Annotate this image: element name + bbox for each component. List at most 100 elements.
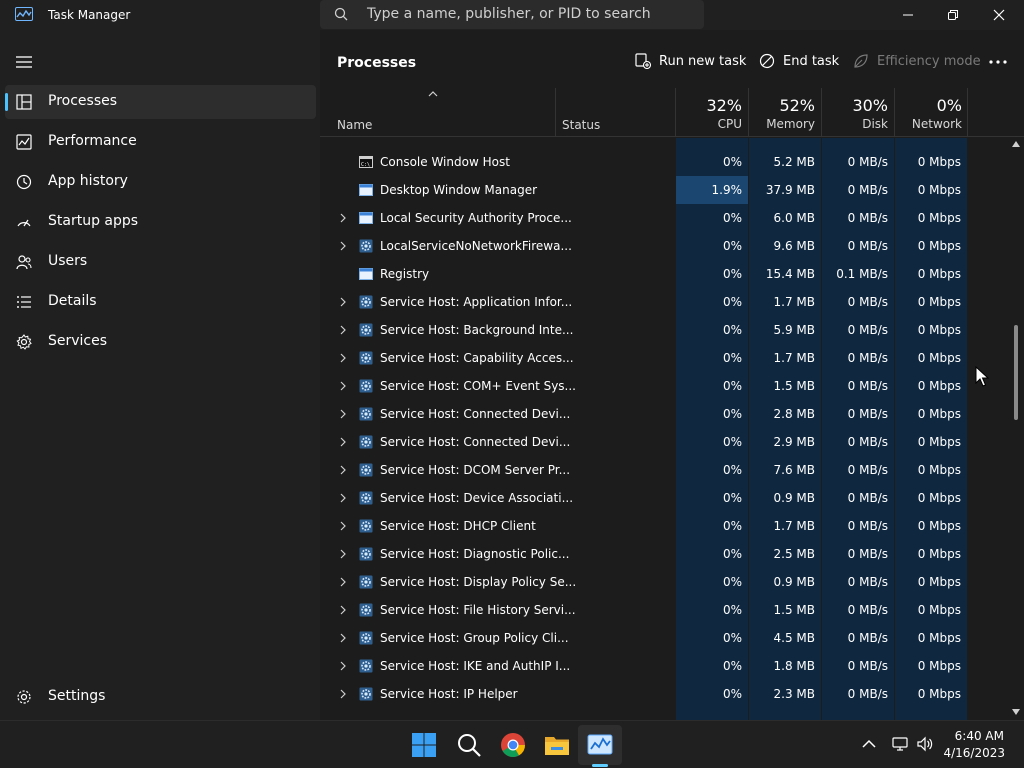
expand-chevron-icon[interactable] [340, 241, 346, 251]
table-row[interactable]: Service Host: Device Associati... 0% 0.9 M… [320, 484, 1010, 512]
sidebar-item-details[interactable]: Details [5, 285, 316, 319]
table-row[interactable]: Service Host: DCOM Server Pr... 0% 7.6 MB 0… [320, 456, 1010, 484]
table-row[interactable]: Local Security Authority Proce... 0% 6.0 M… [320, 204, 1010, 232]
network-cell: 0 Mbps [917, 267, 961, 281]
more-options-icon[interactable] [988, 52, 1008, 72]
run-new-task-button[interactable]: Run new task [635, 50, 746, 76]
taskbar-search-icon[interactable] [455, 731, 483, 759]
processes-icon [16, 94, 32, 110]
process-name: Registry [380, 267, 430, 281]
table-row[interactable]: Service Host: Group Policy Cli... 0% 4.5 M… [320, 624, 1010, 652]
column-cpu[interactable]: 32% CPU [690, 96, 742, 131]
memory-cell: 5.2 MB [773, 155, 815, 169]
task-manager-taskbar-icon[interactable] [586, 731, 614, 759]
gear-icon [359, 575, 373, 589]
gear-icon [359, 463, 373, 477]
table-row[interactable]: Service Host: Connected Devi... 0% 2.8 MB 0… [320, 400, 1010, 428]
column-disk[interactable]: 30% Disk [835, 96, 888, 131]
expand-chevron-icon[interactable] [340, 409, 346, 419]
network-cell: 0 Mbps [917, 519, 961, 533]
close-button[interactable] [976, 0, 1022, 30]
sidebar-item-startup-apps[interactable]: Startup apps [5, 205, 316, 239]
expand-chevron-icon[interactable] [340, 325, 346, 335]
gear-icon [359, 239, 373, 253]
sidebar-item-performance[interactable]: Performance [5, 125, 316, 159]
end-task-button[interactable]: End task [759, 50, 839, 76]
file-explorer-icon[interactable] [543, 731, 571, 759]
disk-cell: 0 MB/s [847, 183, 888, 197]
table-row[interactable]: Service Host: IP Helper 0% 2.3 MB 0 MB/s 0 M… [320, 680, 1010, 708]
process-name: Desktop Window Manager [380, 183, 538, 197]
hamburger-menu-icon[interactable] [16, 55, 32, 69]
gear-icon [359, 379, 373, 393]
search-box[interactable]: Type a name, publisher, or PID to search [320, 0, 704, 29]
cpu-cell: 0% [722, 659, 742, 673]
search-input[interactable]: Type a name, publisher, or PID to search [367, 6, 651, 22]
table-row[interactable]: LocalServiceNoNetworkFirewa... 0% 9.6 MB 0 … [320, 232, 1010, 260]
table-row[interactable]: Service Host: Capability Acces... 0% 1.7 M… [320, 344, 1010, 372]
chrome-icon[interactable] [499, 731, 527, 759]
expand-chevron-icon[interactable] [340, 297, 346, 307]
windows-start-icon[interactable] [410, 731, 438, 759]
gear-icon [359, 435, 373, 449]
scroll-up-arrow-icon[interactable] [1011, 140, 1021, 148]
sidebar-item-services[interactable]: Services [5, 325, 316, 359]
sidebar-item-users[interactable]: Users [5, 245, 316, 279]
cpu-cell: 0% [722, 211, 742, 225]
sidebar-item-app-history[interactable]: App history [5, 165, 316, 199]
cpu-cell: 0% [722, 379, 742, 393]
expand-chevron-icon[interactable] [340, 437, 346, 447]
column-network[interactable]: 0% Network [905, 96, 962, 131]
column-status[interactable]: Status [562, 118, 600, 132]
sidebar-item-processes[interactable]: Processes [5, 85, 316, 119]
table-row[interactable]: Service Host: File History Servi... 0% 1.5… [320, 596, 1010, 624]
table-row[interactable]: Registry 0% 15.4 MB 0.1 MB/s 0 Mbps [320, 260, 1010, 288]
table-row[interactable]: Service Host: Display Policy Se... 0% 0.9 … [320, 568, 1010, 596]
column-memory[interactable]: 52% Memory [760, 96, 815, 131]
clock-time[interactable]: 6:40 AM [955, 729, 1004, 743]
gear-icon [359, 323, 373, 337]
volume-icon[interactable] [916, 735, 934, 753]
expand-chevron-icon[interactable] [340, 213, 346, 223]
end-task-icon [759, 53, 775, 69]
expand-chevron-icon[interactable] [340, 605, 346, 615]
minimize-button[interactable] [885, 0, 931, 30]
efficiency-mode-button[interactable]: Efficiency mode [853, 50, 981, 76]
expand-chevron-icon[interactable] [340, 381, 346, 391]
disk-cell: 0 MB/s [847, 239, 888, 253]
clock-date[interactable]: 4/16/2023 [943, 746, 1005, 760]
table-row[interactable]: Service Host: IKE and AuthIP I... 0% 1.8 M… [320, 652, 1010, 680]
expand-chevron-icon[interactable] [340, 689, 346, 699]
network-cell: 0 Mbps [917, 463, 961, 477]
show-hidden-icons-chevron-icon[interactable] [860, 735, 878, 753]
network-cell: 0 Mbps [917, 547, 961, 561]
table-row[interactable]: Service Host: Application Infor... 0% 1.7 … [320, 288, 1010, 316]
expand-chevron-icon[interactable] [340, 549, 346, 559]
table-row[interactable]: Service Host: COM+ Event Sys... 0% 1.5 MB 0… [320, 372, 1010, 400]
sidebar-item-settings[interactable]: Settings [5, 680, 316, 714]
scroll-down-arrow-icon[interactable] [1011, 708, 1021, 716]
expand-chevron-icon[interactable] [340, 493, 346, 503]
details-icon [17, 296, 31, 308]
network-icon[interactable] [891, 735, 909, 753]
table-row[interactable]: Service Host: DHCP Client 0% 1.7 MB 0 MB/s 0… [320, 512, 1010, 540]
expand-chevron-icon[interactable] [340, 353, 346, 363]
gear-icon [359, 491, 373, 505]
column-name[interactable]: Name [337, 118, 372, 132]
cpu-cell: 1.9% [711, 183, 743, 197]
expand-chevron-icon[interactable] [340, 521, 346, 531]
expand-chevron-icon[interactable] [340, 465, 346, 475]
memory-cell: 1.7 MB [773, 295, 815, 309]
expand-chevron-icon[interactable] [340, 577, 346, 587]
table-row[interactable]: Desktop Window Manager 1.9% 37.9 MB 0 MB/s 0… [320, 176, 1010, 204]
table-row[interactable]: Service Host: Diagnostic Polic... 0% 2.5 M… [320, 540, 1010, 568]
maximize-button[interactable] [930, 0, 976, 30]
table-row[interactable]: Service Host: Connected Devi... 0% 2.9 MB 0… [320, 428, 1010, 456]
expand-chevron-icon[interactable] [340, 633, 346, 643]
table-row[interactable]: Service Host: Background Inte... 0% 5.9 MB… [320, 316, 1010, 344]
disk-cell: 0 MB/s [847, 295, 888, 309]
network-cell: 0 Mbps [917, 379, 961, 393]
scrollbar-thumb[interactable] [1014, 325, 1018, 420]
table-row[interactable]: C:\ Console Window Host 0% 5.2 MB 0 MB/s 0 Mb… [320, 148, 1010, 176]
expand-chevron-icon[interactable] [340, 661, 346, 671]
